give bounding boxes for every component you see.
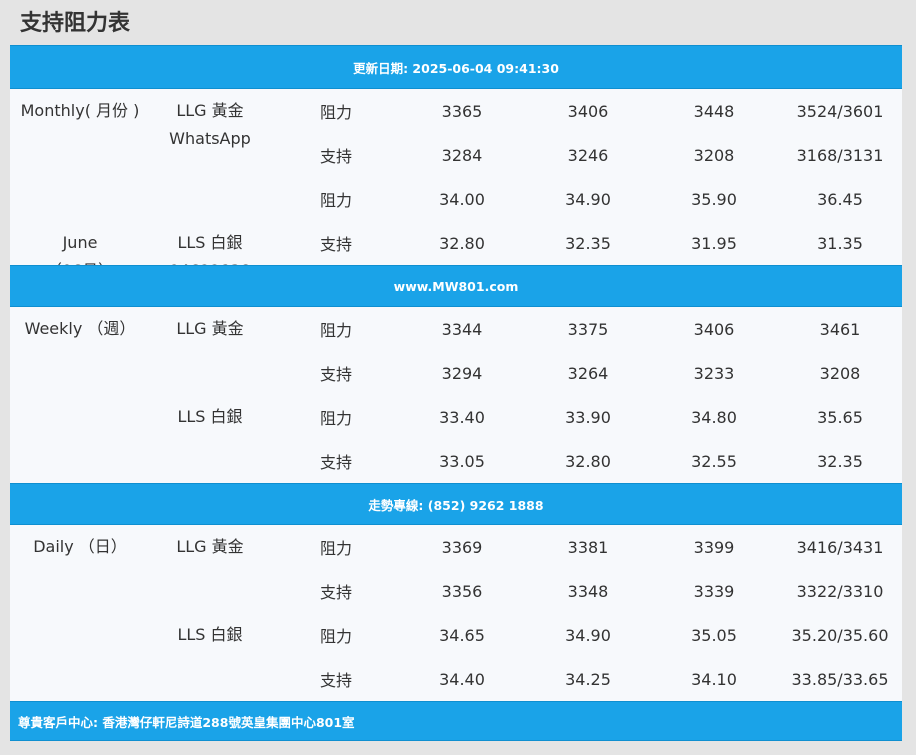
price-level-cell: 3233 [693,363,735,383]
price-level-cell: 32.80 [565,451,611,471]
table-row: 阻力 3369 3381 3399 3416/3431 [10,525,902,569]
price-level-cell: 3365 [441,101,483,121]
price-level-cell: 32.35 [565,233,611,253]
update-date-band: 更新日期: 2025-06-04 09:41:30 [10,45,902,89]
table-row: 支持 3284 3246 3208 3168/3131 [10,133,902,177]
table-row: 支持 3356 3348 3339 3322/3310 [10,569,902,613]
footer-address-label: 尊貴客戶中心: 香港灣仔軒尼詩道288號英皇集團中心801室 [18,714,355,730]
level-type-label: 阻力 [319,539,352,558]
price-level-cell: 3375 [567,319,609,339]
price-level-cell: 34.65 [439,625,485,645]
table-row: 阻力 34.00 34.90 35.90 36.45 [10,177,902,221]
level-type-label: 支持 [319,235,352,254]
support-resistance-table: 更新日期: 2025-06-04 09:41:30 Monthly( 月份 ) … [10,45,902,741]
price-level-cell: 3294 [441,363,483,383]
level-type-label: 支持 [319,365,352,384]
level-type-label: 支持 [319,453,352,472]
price-level-cell: 34.00 [439,189,485,209]
table-row: 阻力 33.40 33.90 34.80 35.65 [10,395,902,439]
price-level-cell: 32.35 [817,451,863,471]
table-row: 支持 33.05 32.80 32.55 32.35 [10,439,902,483]
price-level-cell: 3284 [441,145,483,165]
table-row: 支持 32.80 32.35 31.95 31.35 [10,221,902,265]
price-level-cell: 3461 [819,319,861,339]
update-date-label: 更新日期: 2025-06-04 09:41:30 [353,60,559,76]
level-type-label: 阻力 [319,321,352,340]
table-row: 支持 34.40 34.25 34.10 33.85/33.65 [10,657,902,701]
price-level-cell: 34.90 [565,625,611,645]
hotline-label: 走勢專線: (852) 9262 1888 [368,497,544,513]
price-level-cell: 34.80 [691,407,737,427]
hotline-band: 走勢專線: (852) 9262 1888 [10,483,902,525]
price-level-cell: 35.05 [691,625,737,645]
level-type-label: 支持 [319,583,352,602]
price-level-cell: 33.90 [565,407,611,427]
table-row: 阻力 3344 3375 3406 3461 [10,307,902,351]
page: 支持阻力表 更新日期: 2025-06-04 09:41:30 Monthly(… [0,0,916,755]
price-level-cell: 3208 [819,363,861,383]
price-level-cell: 3399 [693,537,735,557]
table-row: 支持 3294 3264 3233 3208 [10,351,902,395]
price-level-cell: 31.35 [817,233,863,253]
level-type-label: 支持 [319,147,352,166]
price-level-cell: 3369 [441,537,483,557]
price-level-cell: 3208 [693,145,735,165]
price-level-cell: 3344 [441,319,483,339]
price-level-cell: 33.85/33.65 [791,669,889,689]
price-level-cell: 3406 [567,101,609,121]
table-row: 阻力 3365 3406 3448 3524/3601 [10,89,902,133]
price-level-cell: 36.45 [817,189,863,209]
price-level-cell: 33.05 [439,451,485,471]
price-level-cell: 31.95 [691,233,737,253]
page-title: 支持阻力表 [20,11,131,36]
website-label: www.MW801.com [393,278,519,294]
price-level-cell: 34.40 [439,669,485,689]
price-level-cell: 3524/3601 [796,101,884,121]
price-level-cell: 3381 [567,537,609,557]
weekly-section: Weekly （週） LLG 黃金 LLS 白銀 阻力 3344 3375 3406 3… [10,307,902,483]
website-band: www.MW801.com [10,265,902,307]
price-level-cell: 3246 [567,145,609,165]
price-level-cell: 3339 [693,581,735,601]
level-type-label: 阻力 [319,409,352,428]
level-type-label: 支持 [319,671,352,690]
price-level-cell: 32.55 [691,451,737,471]
price-level-cell: 3168/3131 [796,145,884,165]
price-level-cell: 35.65 [817,407,863,427]
price-level-cell: 3406 [693,319,735,339]
table-row: 阻力 34.65 34.90 35.05 35.20/35.60 [10,613,902,657]
price-level-cell: 34.90 [565,189,611,209]
level-type-label: 阻力 [319,191,352,210]
price-level-cell: 35.20/35.60 [791,625,889,645]
footer-band: 尊貴客戶中心: 香港灣仔軒尼詩道288號英皇集團中心801室 [10,701,902,741]
price-level-cell: 3448 [693,101,735,121]
price-level-cell: 3264 [567,363,609,383]
price-level-cell: 3356 [441,581,483,601]
price-level-cell: 3348 [567,581,609,601]
price-level-cell: 34.10 [691,669,737,689]
price-level-cell: 35.90 [691,189,737,209]
price-level-cell: 3416/3431 [796,537,884,557]
price-level-cell: 3322/3310 [796,581,884,601]
price-level-cell: 33.40 [439,407,485,427]
price-level-cell: 32.80 [439,233,485,253]
price-level-cell: 34.25 [565,669,611,689]
daily-section: Daily （日） LLG 黃金 LLS 白銀 阻力 3369 3381 3399 34… [10,525,902,701]
monthly-section: Monthly( 月份 ) June （06月） LLG 黃金 WhatsApp… [10,89,902,280]
level-type-label: 阻力 [319,103,352,122]
level-type-label: 阻力 [319,627,352,646]
